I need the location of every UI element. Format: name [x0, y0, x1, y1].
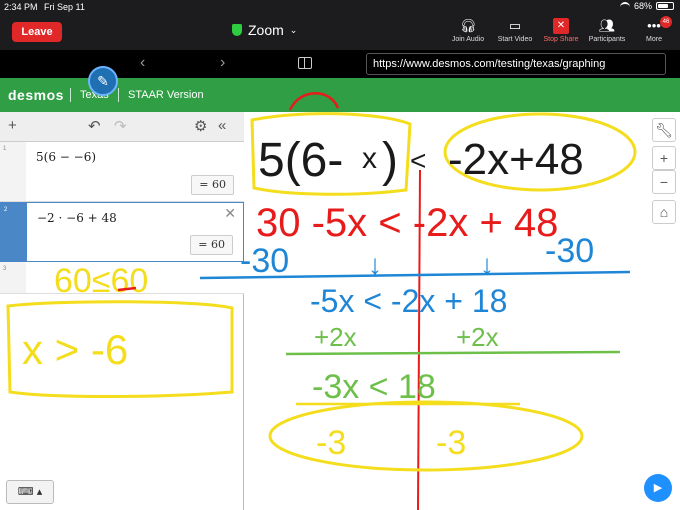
start-video-label: Start Video: [497, 36, 533, 43]
expression-panel: + ↶ ↷ ⚙ « 1 5(6 − −6) = 60 2 −2 · −6 + 4…: [0, 112, 244, 510]
more-badge: 46: [660, 16, 672, 28]
undo-icon[interactable]: ↶: [88, 117, 101, 135]
wrench-icon[interactable]: 🔧︎: [652, 118, 676, 142]
status-time: 2:34 PM: [4, 2, 38, 12]
zoom-toolbar: Leave Zoom ⌄ 🎧︎ Join Audio ▭ Start Video…: [0, 14, 680, 50]
battery-percent: 68%: [633, 1, 652, 11]
pencil-annotate-button[interactable]: ✎: [88, 66, 118, 96]
expression-toolbar: + ↶ ↷ ⚙ «: [0, 112, 244, 142]
redo-icon[interactable]: ↷: [114, 117, 127, 135]
keyboard-icon: ⌨ ▴: [17, 486, 43, 498]
collapse-icon[interactable]: «: [218, 117, 226, 134]
expression-number: 2: [1, 203, 27, 261]
keyboard-toggle-button[interactable]: ⌨ ▴: [6, 480, 54, 504]
close-icon[interactable]: ✕: [224, 205, 236, 222]
join-audio-label: Join Audio: [451, 36, 485, 43]
desmos-logo: desmos: [8, 87, 64, 103]
home-icon[interactable]: ⌂: [652, 200, 676, 224]
screen: 2:34 PM Fri Sep 11 68% Leave Zoom ⌄ 🎧︎ J…: [0, 0, 680, 510]
divider: [70, 88, 71, 102]
pencil-icon: ✎: [97, 73, 109, 89]
expression-math[interactable]: −2 · −6 + 48: [37, 211, 117, 225]
forward-arrow-icon[interactable]: ›: [220, 54, 225, 72]
url-field[interactable]: https://www.desmos.com/testing/texas/gra…: [366, 53, 666, 75]
version-label: STAAR Version: [128, 89, 204, 101]
status-date: Fri Sep 11: [44, 2, 85, 12]
zoom-out-button[interactable]: −: [652, 170, 676, 194]
back-arrow-icon[interactable]: ‹: [140, 54, 145, 72]
zoom-title-text: Zoom: [248, 22, 284, 38]
expression-number: 3: [0, 262, 26, 293]
wifi-icon: [619, 2, 630, 10]
expression-row[interactable]: 1 5(6 − −6) = 60: [0, 142, 244, 202]
more-label: More: [646, 36, 662, 43]
expression-number: 1: [0, 142, 26, 201]
battery-level: [658, 4, 668, 8]
divider: [118, 88, 119, 102]
expression-row-empty[interactable]: 3: [0, 262, 244, 294]
shield-icon: [232, 24, 242, 36]
expression-result: = 60: [190, 235, 233, 255]
status-bar: 2:34 PM Fri Sep 11 68%: [0, 0, 680, 14]
expression-row-active[interactable]: 2 −2 · −6 + 48 ✕ = 60: [0, 202, 244, 262]
zoom-in-button[interactable]: +: [652, 146, 676, 170]
stop-share-label: Stop Share: [543, 36, 579, 43]
expression-result: = 60: [191, 175, 234, 195]
gear-icon[interactable]: ⚙: [194, 117, 207, 135]
chevron-down-icon: ⌄: [289, 24, 298, 35]
leave-button[interactable]: Leave: [12, 22, 62, 42]
expression-math[interactable]: 5(6 − −6): [36, 150, 96, 164]
battery-icon: [656, 2, 674, 10]
add-item-icon[interactable]: +: [8, 117, 17, 134]
stop-share-icon: ✕: [553, 18, 569, 34]
graph-paper[interactable]: [244, 112, 680, 510]
reader-icon[interactable]: [298, 57, 312, 69]
more-button[interactable]: ••• More 46: [626, 16, 680, 43]
video-camera-icon[interactable]: ▶: [644, 474, 672, 502]
participants-label: Participants: [588, 36, 626, 43]
zoom-title[interactable]: Zoom ⌄: [232, 22, 297, 38]
status-right: 68%: [619, 1, 674, 11]
